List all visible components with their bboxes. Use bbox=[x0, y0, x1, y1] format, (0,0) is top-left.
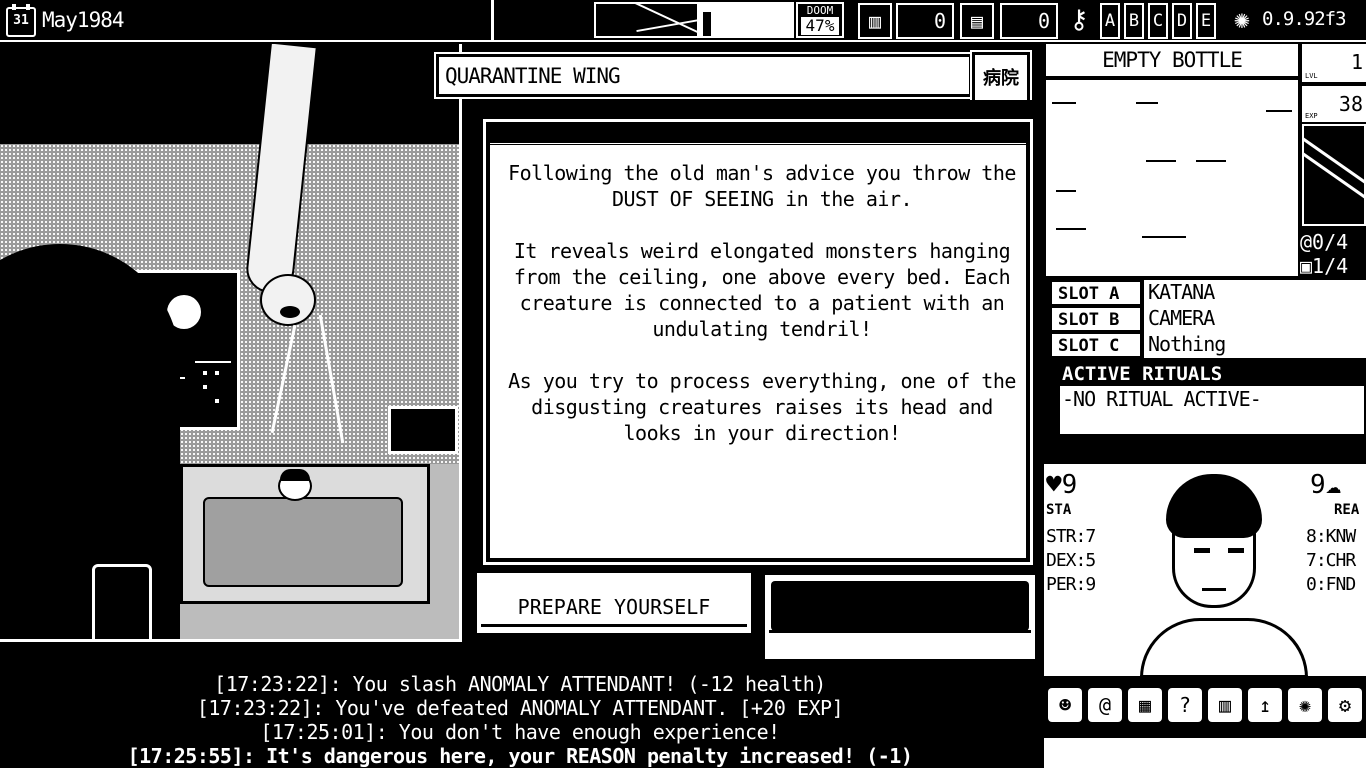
mystery-menu-icon[interactable]: ✺ bbox=[1288, 688, 1322, 722]
clue-letter-d[interactable]: D bbox=[1172, 3, 1192, 39]
character-panel: EMPTY BOTTLE LVL 1 EXP 38 @0/4 ▣1/4 SLOT… bbox=[1044, 44, 1366, 768]
doom-landscape-image bbox=[594, 2, 794, 38]
location-scene-image bbox=[0, 44, 462, 642]
log-line-latest: [17:25:55]: It's dangerous here, your RE… bbox=[127, 744, 913, 768]
event-paragraph-3: As you try to process everything, one of… bbox=[508, 369, 1016, 445]
case-icon: ▣ bbox=[1300, 254, 1313, 278]
heart-monitor-icon bbox=[388, 406, 458, 454]
message-log: [17:23:22]: You slash ANOMALY ATTENDANT!… bbox=[0, 672, 1040, 768]
slot-a[interactable]: SLOT A KATANA bbox=[1050, 280, 1366, 306]
menu-toolbar: ☻ @ ▦ ? ▥ ↥ ✺ ⚙ bbox=[1044, 680, 1366, 730]
location-title: QUARANTINE WING bbox=[434, 52, 974, 99]
cases-count: ▣1/4 bbox=[1300, 254, 1349, 278]
lighthouse-icon bbox=[701, 10, 713, 36]
clue-letter-b[interactable]: B bbox=[1124, 3, 1144, 39]
event-paragraph-2: It reveals weird elongated monsters hang… bbox=[513, 239, 1011, 341]
heart-icon: ♥ bbox=[1046, 470, 1062, 500]
level-value: 1 bbox=[1350, 50, 1363, 74]
stat-dex: DEX:5 bbox=[1046, 550, 1096, 571]
funds-icon[interactable]: ▥ bbox=[858, 3, 892, 39]
exp-value: 38 bbox=[1338, 92, 1363, 116]
mystery-image bbox=[1302, 124, 1366, 226]
clue-letter-c[interactable]: C bbox=[1148, 3, 1168, 39]
old-god-icon[interactable]: ✺ bbox=[1224, 2, 1260, 40]
blank-choice-button[interactable] bbox=[762, 572, 1038, 662]
dialogue-menu-icon[interactable]: ? bbox=[1168, 688, 1202, 722]
spells-count: @0/4 bbox=[1300, 230, 1349, 254]
log-line: [17:23:22]: You've defeated ANOMALY ATTE… bbox=[196, 696, 844, 720]
funds-counter: 0 bbox=[896, 3, 954, 39]
top-bar: 31 May1984 DOOM 47% ▥ 0 ▤ 0 ⚷ A B C D E … bbox=[0, 0, 1366, 42]
hospital-bed bbox=[180, 464, 430, 604]
log-line: [17:25:01]: You don't have enough experi… bbox=[260, 720, 780, 744]
ammo-icon[interactable]: ▤ bbox=[960, 3, 994, 39]
slot-value: CAMERA bbox=[1144, 306, 1366, 332]
slot-c[interactable]: SLOT C Nothing bbox=[1050, 332, 1366, 358]
slot-label: SLOT A bbox=[1050, 280, 1142, 306]
event-text: Following the old man's advice you throw… bbox=[500, 160, 1024, 472]
stamina-label: STA bbox=[1046, 502, 1072, 518]
current-date: May1984 bbox=[42, 8, 125, 32]
level-box: LVL 1 bbox=[1302, 44, 1366, 82]
event-panel: Following the old man's advice you throw… bbox=[483, 119, 1033, 565]
item-name: EMPTY BOTTLE bbox=[1046, 44, 1298, 76]
spiral-icon: @ bbox=[1300, 230, 1313, 254]
exp-label: EXP bbox=[1305, 112, 1318, 120]
settings-gear-icon[interactable]: ⚙ bbox=[1328, 688, 1362, 722]
event-paragraph-1: Following the old man's advice you throw… bbox=[508, 161, 1016, 211]
ammo-counter: 0 bbox=[1000, 3, 1058, 39]
spells-menu-icon[interactable]: @ bbox=[1088, 688, 1122, 722]
slot-label: SLOT B bbox=[1050, 306, 1142, 332]
level-label: LVL bbox=[1305, 72, 1318, 80]
rituals-text: -NO RITUAL ACTIVE- bbox=[1062, 387, 1262, 411]
clue-letter-e[interactable]: E bbox=[1196, 3, 1216, 39]
rituals-header: ACTIVE RITUALS bbox=[1060, 362, 1364, 386]
stamina-value: ♥9 bbox=[1046, 470, 1078, 500]
creature-head bbox=[260, 274, 316, 326]
equipment-slots: SLOT A KATANA SLOT B CAMERA SLOT C Nothi… bbox=[1050, 280, 1366, 358]
calendar-icon: 31 bbox=[6, 4, 36, 37]
level-up-menu-icon[interactable]: ↥ bbox=[1248, 688, 1282, 722]
old-god-menu-icon[interactable]: ☻ bbox=[1048, 688, 1082, 722]
item-image[interactable] bbox=[1046, 80, 1298, 278]
stat-str: STR:7 bbox=[1046, 526, 1096, 547]
stat-knw: 8:KNW bbox=[1306, 526, 1356, 547]
doom-meter[interactable]: DOOM 47% bbox=[796, 2, 844, 38]
journal-menu-icon[interactable]: ▥ bbox=[1208, 688, 1242, 722]
slot-value: Nothing bbox=[1144, 332, 1366, 358]
brain-icon: ☁ bbox=[1325, 470, 1342, 500]
exp-box: EXP 38 bbox=[1302, 86, 1366, 122]
stat-chr: 7:CHR bbox=[1306, 550, 1356, 571]
prepare-yourself-button[interactable]: PREPARE YOURSELF bbox=[474, 570, 754, 636]
clue-letter-a[interactable]: A bbox=[1100, 3, 1120, 39]
slot-value: KATANA bbox=[1144, 280, 1366, 306]
reason-label: REA bbox=[1334, 502, 1360, 518]
character-sheet: ♥9 STA 9☁ REA STR:7 DEX:5 PER:9 8:KNW 7:… bbox=[1044, 464, 1366, 678]
map-menu-icon[interactable]: ▦ bbox=[1128, 688, 1162, 722]
hospital-icon: 病院 bbox=[970, 50, 1032, 108]
slot-b[interactable]: SLOT B CAMERA bbox=[1050, 306, 1366, 332]
top-divider bbox=[491, 0, 494, 42]
character-portrait[interactable] bbox=[1140, 468, 1308, 678]
slot-label: SLOT C bbox=[1050, 332, 1142, 358]
version-number: 0.9.92f3 bbox=[1262, 8, 1347, 30]
doom-percent: 47% bbox=[801, 17, 839, 35]
bedside-cabinet bbox=[92, 564, 152, 639]
foreground-silhouette bbox=[0, 244, 180, 639]
reason-value: 9☁ bbox=[1310, 470, 1342, 500]
key-icon[interactable]: ⚷ bbox=[1062, 3, 1096, 39]
stat-per: PER:9 bbox=[1046, 574, 1096, 595]
tooltip-bar bbox=[1044, 738, 1366, 768]
log-line: [17:23:22]: You slash ANOMALY ATTENDANT!… bbox=[214, 672, 826, 696]
stat-fnd: 0:FND bbox=[1306, 574, 1356, 595]
active-rituals-panel: ACTIVE RITUALS -NO RITUAL ACTIVE- bbox=[1058, 360, 1366, 436]
